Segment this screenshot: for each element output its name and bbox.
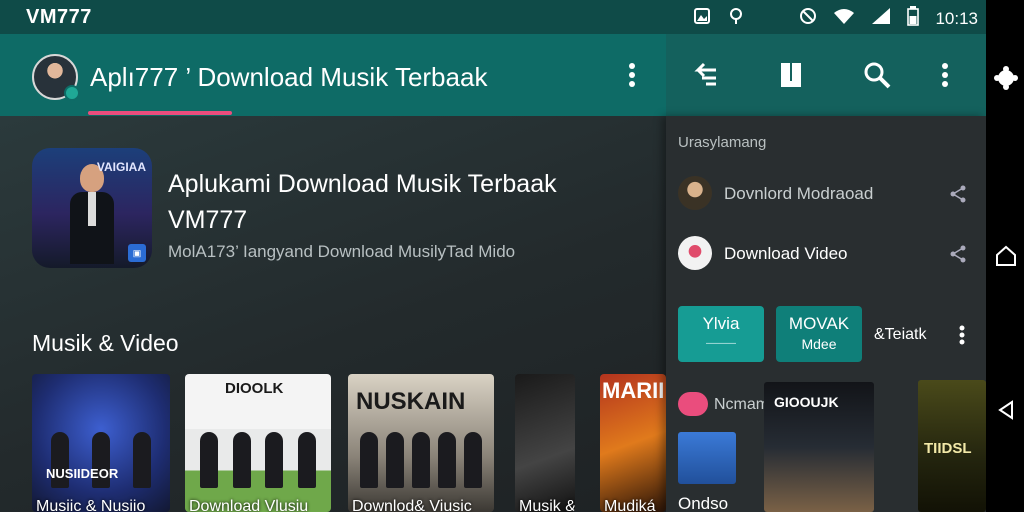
app-bar: Aplı777 ’ Download Musik Terbaak	[0, 34, 666, 116]
status-bar: VM777 10:13	[0, 0, 986, 34]
headline-line-2: VM777	[168, 206, 248, 234]
gallery-icon	[693, 7, 711, 30]
panel-item[interactable]: Dovnlord Modraoad	[678, 174, 978, 214]
thumbnail-label: NUSIIDEOR	[46, 466, 119, 481]
section-title: Musik & Video	[32, 330, 179, 356]
navigation-bar	[986, 0, 1024, 512]
share-icon[interactable]	[948, 184, 968, 204]
card-label: GIOOUJK	[774, 394, 839, 410]
bookmark-icon[interactable]	[774, 60, 808, 90]
panel-item-label: Dovnlord Modraoad	[724, 184, 874, 203]
tab-indicator	[88, 111, 232, 115]
more-vert-icon[interactable]	[928, 60, 962, 90]
main-content: VAIGIAA ▣ Aplukami Download Musik Terbaa…	[0, 116, 666, 512]
panel-item-label: Download Video	[724, 244, 848, 263]
search-icon[interactable]	[860, 60, 894, 90]
headline-line-1: Aplukami Download Musik Terbaak	[168, 170, 557, 198]
profile-thumbnail[interactable]	[678, 432, 736, 484]
thumbnail-card[interactable]: Musik &	[515, 374, 575, 512]
thumbnail-card[interactable]: NUSIIDEOR Musiic & Nusiio	[32, 374, 170, 512]
verified-badge-icon	[64, 85, 80, 101]
thumbnail-caption: Musiic & Nusiio	[36, 498, 146, 512]
thumbnail-label: MARII	[602, 378, 665, 403]
location-icon	[727, 7, 745, 30]
more-vert-icon[interactable]	[954, 324, 970, 346]
panel-button-2[interactable]: MOVAK Mdee	[776, 306, 862, 362]
profile-caption: Ondso	[678, 494, 729, 512]
panel-header: Urasylamang	[678, 134, 767, 151]
button-line-1: Ylvia	[702, 314, 740, 333]
wifi-icon	[833, 7, 855, 30]
cover-text: VAIGIAA	[96, 160, 146, 174]
thumbnail-caption: Musik &	[519, 498, 575, 512]
video-avatar	[678, 236, 712, 270]
status-time: 10:13	[935, 8, 978, 28]
thumbnail-card[interactable]: NUSKAIN Downlod& Viusic	[348, 374, 494, 512]
dnd-icon	[799, 7, 817, 30]
panel-link[interactable]: &Teiatk	[874, 326, 926, 344]
panel-item[interactable]: Download Video	[678, 234, 978, 274]
button-line-1: MOVAK	[788, 314, 850, 333]
home-icon[interactable]	[994, 244, 1018, 268]
album-cover[interactable]: VAIGIAA ▣	[32, 148, 152, 268]
thumbnail-card[interactable]: MARII Mudiká	[600, 374, 666, 512]
cover-badge-icon: ▣	[128, 244, 146, 262]
battery-icon	[907, 6, 920, 31]
right-panel: Urasylamang Dovnlord Modraoad Download V…	[666, 116, 986, 512]
button-line-2: ———	[706, 338, 736, 349]
button-line-2: Mdee	[801, 336, 837, 352]
settings-icon[interactable]	[994, 66, 1018, 90]
card-label: TIIDSL	[924, 440, 972, 457]
share-icon[interactable]	[948, 244, 968, 264]
heart-icon	[678, 392, 708, 416]
status-icons: 10:13	[693, 6, 978, 31]
panel-card[interactable]: GIOOUJK	[764, 382, 874, 512]
right-toolbar	[666, 34, 986, 116]
thumbnail-caption: Mudiká	[604, 498, 656, 512]
thumbnail-label: DIOOLK	[225, 380, 284, 397]
carrier-label: VM777	[26, 6, 92, 28]
thumbnail-caption: Downlod& Viusic	[352, 498, 472, 512]
avatar[interactable]	[32, 54, 80, 101]
thumbnail-caption: Download Vlusiu	[189, 498, 309, 512]
back-icon[interactable]	[994, 398, 1018, 422]
panel-card[interactable]: TIIDSL	[918, 380, 986, 512]
artist-avatar	[678, 176, 712, 210]
app-title: Aplı777 ’ Download Musik Terbaak	[90, 62, 488, 92]
back-arrow-icon[interactable]	[688, 60, 722, 90]
hero-subtitle: MolА173’ Iangyand Download MusilyTad Mid…	[168, 242, 516, 261]
thumbnail-card[interactable]: DIOOLK Download Vlusiu	[185, 374, 331, 512]
panel-button-1[interactable]: Ylvia ———	[678, 306, 764, 362]
signal-icon	[871, 7, 891, 30]
artist-figure	[70, 164, 114, 264]
more-vert-icon[interactable]	[620, 60, 644, 90]
thumbnail-label: NUSKAIN	[356, 388, 466, 415]
hero-headline: Aplukami Download Musik Terbaak VM777	[168, 166, 638, 238]
